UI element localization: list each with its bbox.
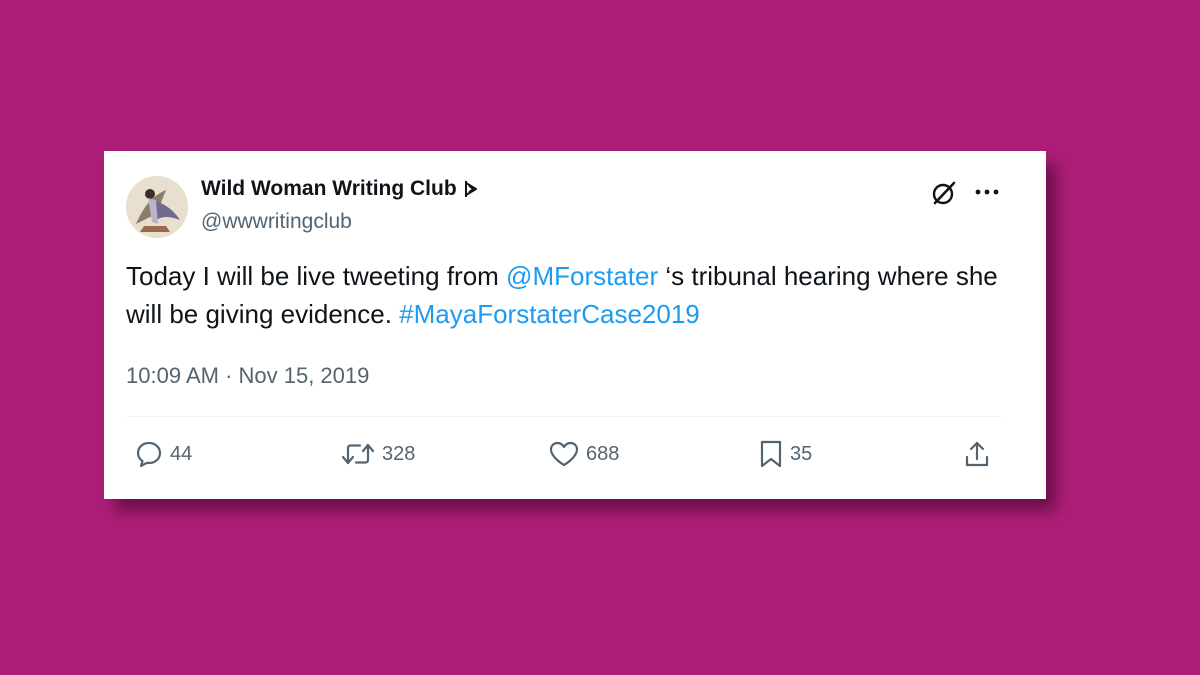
retweet-count: 328 xyxy=(382,442,416,465)
divider xyxy=(126,416,1002,417)
avatar[interactable] xyxy=(126,176,188,238)
more-icon[interactable] xyxy=(972,177,1002,207)
reply-count: 44 xyxy=(170,442,193,465)
bookmark-icon xyxy=(760,440,782,468)
like-count: 688 xyxy=(586,442,620,465)
tweet-text-part1: Today I will be live tweeting from xyxy=(126,261,507,291)
retweet-icon xyxy=(341,443,375,465)
tweet-text: Today I will be live tweeting from @MFor… xyxy=(126,257,1006,333)
badge-icon xyxy=(463,178,481,200)
tweet-card: Wild Woman Writing Club @wwwritingclub T… xyxy=(104,151,1046,499)
bookmark-count: 35 xyxy=(790,442,813,465)
share-button[interactable] xyxy=(962,439,992,469)
retweet-button[interactable]: 328 xyxy=(340,439,415,469)
reply-button[interactable]: 44 xyxy=(134,439,192,469)
mention-link[interactable]: @MForstater xyxy=(506,261,658,291)
heart-icon xyxy=(549,441,579,467)
reply-icon xyxy=(136,441,162,468)
grok-icon[interactable] xyxy=(930,179,958,207)
bookmark-button[interactable]: 35 xyxy=(758,439,812,469)
timestamp[interactable]: 10:09 AM · Nov 15, 2019 xyxy=(126,363,369,389)
author-name[interactable]: Wild Woman Writing Club xyxy=(201,177,457,201)
avatar-image xyxy=(126,176,188,238)
like-button[interactable]: 688 xyxy=(548,439,619,469)
author-handle[interactable]: @wwwritingclub xyxy=(201,210,352,234)
author-row: Wild Woman Writing Club xyxy=(201,177,481,201)
share-icon xyxy=(965,441,989,467)
hashtag-link[interactable]: #MayaForstaterCase2019 xyxy=(399,299,700,329)
